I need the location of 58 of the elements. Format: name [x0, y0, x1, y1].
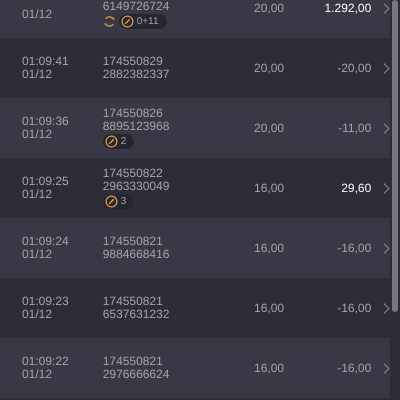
chevron-icon[interactable]: [383, 2, 390, 14]
stake-text: 16,00: [254, 302, 286, 314]
time-text: 01:09:23: [22, 295, 70, 308]
bonus-badge: 0+11: [118, 14, 167, 29]
history-row[interactable]: 01/12 6149726724 0+11 20,00 1.292,00: [0, 0, 390, 38]
chevron-icon[interactable]: [383, 182, 390, 194]
result-text: -16,00: [336, 362, 372, 374]
stake-text: 20,00: [254, 2, 286, 14]
chevron-icon[interactable]: [383, 242, 390, 254]
round-id-text: 174550821: [102, 355, 164, 368]
date-text: 01/12: [22, 68, 54, 81]
chevron-icon[interactable]: [383, 122, 390, 134]
chevron-icon[interactable]: [383, 362, 390, 374]
coin-icon: [104, 135, 118, 148]
date-text: 01/12: [22, 188, 54, 201]
history-row[interactable]: 01:09:22 01/12 174550821 2976666624 16,00 -16,00: [0, 338, 390, 398]
result-text: -16,00: [336, 242, 372, 254]
stake-text: 16,00: [254, 242, 286, 254]
round-id-text: 174550829: [102, 55, 164, 68]
time-text: 01:09:41: [22, 55, 70, 68]
stake-text: 16,00: [254, 362, 286, 374]
history-row[interactable]: 01:09:36 01/12 174550826 8895123968 2 20,00 -11,00: [0, 98, 390, 158]
result-text: 29,60: [340, 182, 372, 194]
chevron-icon[interactable]: [383, 302, 390, 314]
history-row[interactable]: 01:09:24 01/12 174550821 9884668416 16,00 -16,00: [0, 218, 390, 278]
date-text: 01/12: [22, 368, 54, 381]
stake-text: 20,00: [254, 122, 286, 134]
round-id-text: 174550822: [102, 167, 164, 180]
stake-text: 16,00: [254, 182, 286, 194]
date-text: 01/12: [22, 308, 54, 321]
result-text: 1.292,00: [324, 2, 372, 14]
round-id-text: 2963330049: [102, 180, 170, 193]
round-id-text: 6537631232: [102, 308, 170, 321]
time-text: 01:09:24: [22, 235, 70, 248]
coin-icon: [120, 15, 134, 28]
round-id-text: 6149726724: [102, 0, 170, 13]
round-id-text: 9884668416: [102, 248, 170, 261]
result-text: -16,00: [336, 302, 372, 314]
round-id-text: 174550821: [102, 235, 164, 248]
round-id-text: 174550821: [102, 295, 164, 308]
date-text: 01/12: [22, 248, 54, 261]
date-text: 01/12: [22, 8, 54, 21]
scrollbar-thumb[interactable]: [392, 0, 398, 312]
round-id-text: 2882382337: [102, 68, 170, 81]
time-text: 01:09:25: [22, 175, 70, 188]
date-text: 01/12: [22, 128, 54, 141]
bonus-badge: 3: [102, 194, 134, 209]
round-id-text: 8895123968: [102, 120, 170, 133]
round-id-text: 2976666624: [102, 368, 170, 381]
stake-text: 20,00: [254, 62, 286, 74]
result-text: -11,00: [337, 122, 372, 134]
coin-icon: [104, 195, 118, 208]
time-text: 01:09:22: [22, 355, 70, 368]
chevron-icon[interactable]: [383, 62, 390, 74]
result-text: -20,00: [336, 62, 372, 74]
time-text: 01:09:36: [22, 115, 70, 128]
round-id-text: 174550826: [102, 107, 164, 120]
bonus-badge: 2: [102, 134, 134, 149]
